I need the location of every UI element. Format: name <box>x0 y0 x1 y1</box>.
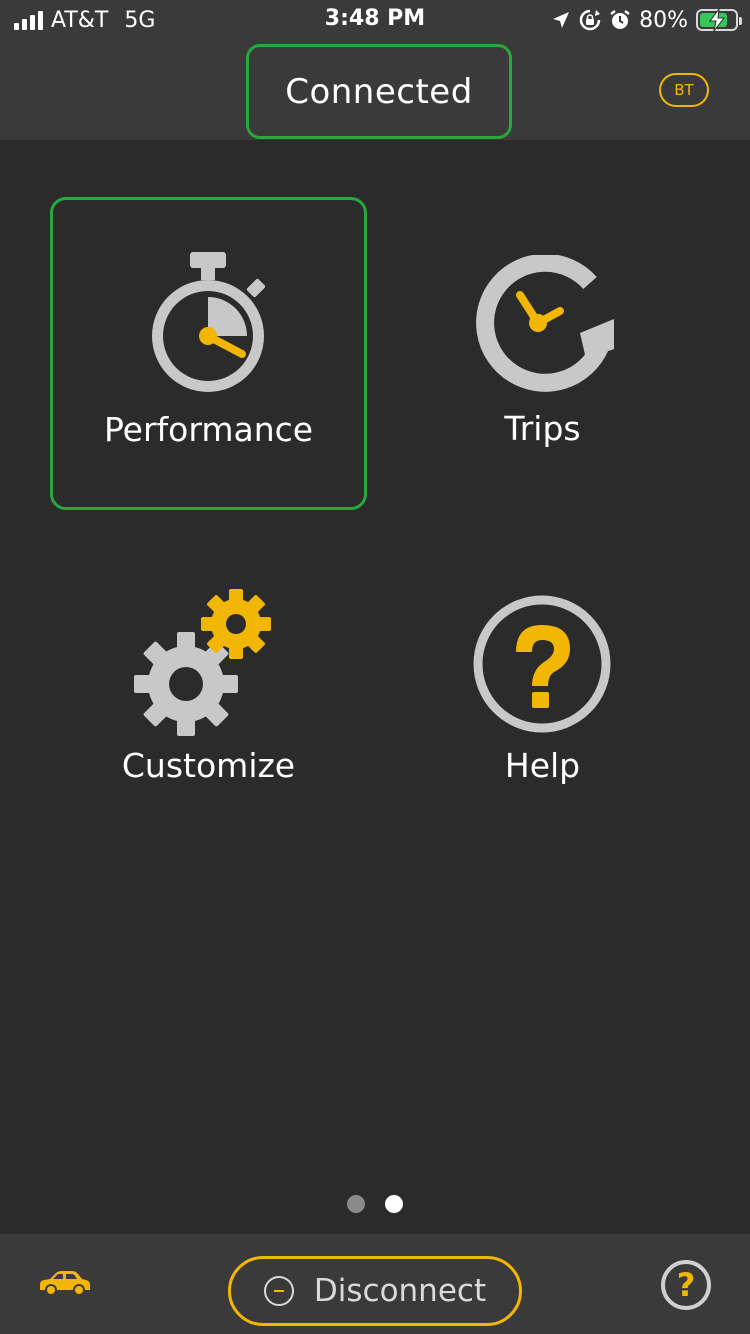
disconnect-button[interactable]: Disconnect <box>228 1256 522 1326</box>
battery-charging-icon <box>696 8 742 32</box>
top-bar: AT&T 5G 3:48 PM 80% Connected BT <box>0 0 750 140</box>
tile-label-trips: Trips <box>504 409 581 448</box>
tile-performance[interactable]: Performance <box>50 197 367 510</box>
gears-icon <box>134 589 271 736</box>
clock-refresh-icon <box>476 255 614 392</box>
car-icon[interactable] <box>36 1270 92 1298</box>
bluetooth-badge[interactable]: BT <box>659 73 709 107</box>
status-bar: AT&T 5G 3:48 PM 80% <box>0 0 750 40</box>
status-bar-right: 80% <box>551 6 742 34</box>
location-arrow-icon <box>553 12 570 28</box>
page-dot-2-active[interactable] <box>385 1195 403 1213</box>
connection-status[interactable]: Connected <box>246 44 512 139</box>
bottom-bar: Disconnect ? <box>0 1234 750 1334</box>
charging-bolt-icon <box>709 8 726 32</box>
tile-label-performance: Performance <box>103 410 314 449</box>
minus-circle-icon <box>263 1276 294 1306</box>
help-circle-icon <box>473 595 611 733</box>
help-icon[interactable]: ? <box>661 1260 711 1310</box>
tile-label-customize: Customize <box>121 746 296 785</box>
tile-label-help: Help <box>504 746 581 785</box>
stopwatch-icon <box>152 252 266 392</box>
disconnect-label: Disconnect <box>313 1273 487 1309</box>
tile-trips[interactable]: Trips <box>384 197 701 510</box>
page-indicator <box>0 1195 750 1213</box>
tile-customize[interactable]: Customize <box>50 560 367 820</box>
rotation-lock-icon <box>579 9 601 31</box>
tile-help[interactable]: Help <box>384 560 701 820</box>
page-dot-1[interactable] <box>347 1195 365 1213</box>
battery-percent: 80% <box>639 7 688 33</box>
alarm-icon <box>610 10 630 29</box>
